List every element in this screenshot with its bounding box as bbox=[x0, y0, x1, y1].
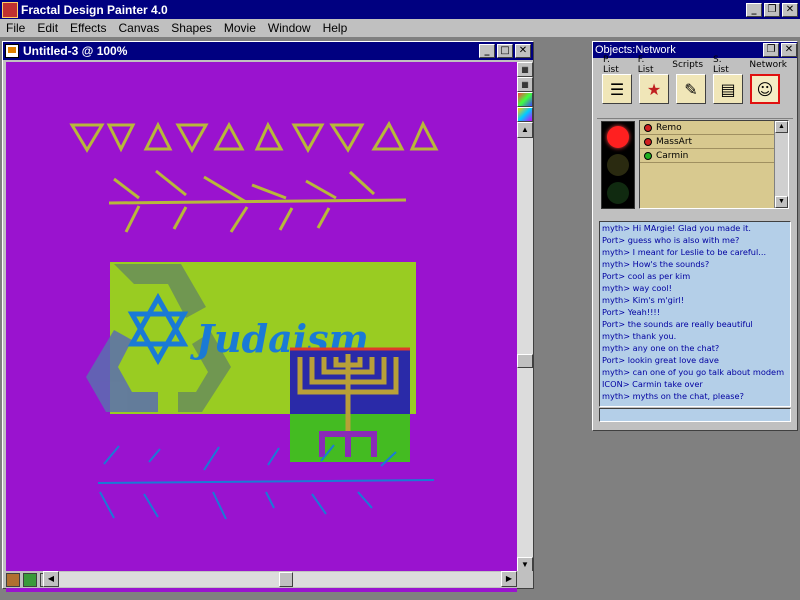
menu-window[interactable]: Window bbox=[262, 21, 317, 35]
menu-shapes[interactable]: Shapes bbox=[165, 21, 218, 35]
layer-icon[interactable] bbox=[23, 572, 37, 587]
document-titlebar: Untitled-3 @ 100% _ □ ✕ bbox=[3, 42, 533, 60]
chat-line: myth> Kim's m'girl! bbox=[602, 295, 685, 305]
menu-help[interactable]: Help bbox=[317, 21, 354, 35]
chat-line: Port> cool as per kim bbox=[602, 271, 691, 281]
chat-line: myth> I meant for Leslie to be careful..… bbox=[602, 247, 767, 257]
menu-movie[interactable]: Movie bbox=[218, 21, 262, 35]
chat-line: Port> lookin great love dave bbox=[602, 355, 719, 365]
chat-line: myth> How's the sounds? bbox=[602, 259, 710, 269]
horizontal-scroll-thumb[interactable] bbox=[279, 572, 293, 587]
user-name: Remo bbox=[656, 122, 682, 133]
brush-icon[interactable] bbox=[6, 572, 20, 587]
scroll-down-icon[interactable]: ▼ bbox=[775, 196, 788, 208]
painting-canvas[interactable]: Judaism bbox=[6, 62, 517, 592]
status-dot-icon bbox=[644, 151, 652, 160]
flist-icon[interactable]: ★ bbox=[639, 74, 669, 104]
tab-p-list[interactable]: P. List bbox=[603, 55, 628, 75]
scroll-up-icon[interactable]: ▲ bbox=[517, 122, 533, 138]
user-list[interactable]: Remo MassArt Carmin ▲ ▼ bbox=[639, 120, 789, 209]
grid-tool-2-icon[interactable]: ▦ bbox=[517, 77, 533, 92]
users-panel: Remo MassArt Carmin ▲ ▼ bbox=[597, 118, 793, 212]
chat-log[interactable]: myth> Hi MArgie! Glad you made it. Port>… bbox=[599, 221, 791, 407]
vertical-scroll-track[interactable] bbox=[517, 138, 533, 558]
doc-maximize-button[interactable]: □ bbox=[497, 44, 513, 58]
app-title: Fractal Design Painter 4.0 bbox=[21, 2, 168, 17]
document-title: Untitled-3 @ 100% bbox=[23, 44, 128, 58]
scroll-left-icon[interactable]: ◀ bbox=[43, 571, 59, 587]
network-icon[interactable]: ☺ bbox=[750, 74, 780, 104]
slist-icon[interactable]: ▤ bbox=[713, 74, 743, 104]
minimize-button[interactable]: _ bbox=[746, 2, 762, 17]
panel-restore-button[interactable]: ❐ bbox=[763, 43, 779, 57]
network-panel: Objects:Network ❐ ✕ P. List F. List Scri… bbox=[592, 41, 798, 431]
arrow-line-top bbox=[108, 169, 407, 233]
chat-line: myth> any one on the chat? bbox=[602, 343, 720, 353]
chat-line: Port> the sounds are really beautiful bbox=[602, 319, 753, 329]
panel-tabs: P. List F. List Scripts S. List Network bbox=[593, 55, 797, 75]
user-name: Carmin bbox=[656, 150, 689, 161]
user-list-scrollbar[interactable]: ▲ ▼ bbox=[774, 121, 788, 208]
menu-effects[interactable]: Effects bbox=[64, 21, 112, 35]
scroll-up-icon[interactable]: ▲ bbox=[775, 121, 788, 133]
menubar: File Edit Effects Canvas Shapes Movie Wi… bbox=[0, 19, 800, 38]
list-item[interactable]: Remo bbox=[640, 121, 788, 135]
chat-line: ICON> Carmin take over bbox=[602, 379, 703, 389]
plist-icon[interactable]: ☰ bbox=[602, 74, 632, 104]
menu-file[interactable]: File bbox=[0, 21, 31, 35]
document-icon bbox=[5, 44, 19, 58]
status-dot-icon bbox=[644, 137, 652, 146]
chat-line: myth> Hi MArgie! Glad you made it. bbox=[602, 223, 751, 233]
traffic-light-icon bbox=[601, 121, 635, 209]
chat-line: myth> myths on the chat, please? bbox=[602, 391, 744, 401]
horizontal-scroll-track[interactable] bbox=[59, 572, 501, 587]
color-tool-2-icon[interactable] bbox=[517, 107, 533, 122]
horizontal-scrollbar[interactable]: i ◀ ▶ bbox=[3, 571, 533, 588]
vertical-scrollbar[interactable]: ▦ ▦ ▲ ▼ bbox=[517, 62, 533, 573]
chat-line: myth> way cool! bbox=[602, 283, 672, 293]
close-button[interactable]: ✕ bbox=[782, 2, 798, 17]
tab-s-list[interactable]: S. List bbox=[713, 55, 739, 75]
tab-scripts[interactable]: Scripts bbox=[672, 60, 703, 70]
chat-line: Port> guess who is also with me? bbox=[602, 235, 740, 245]
panel-toolbar: ☰ ★ ✎ ▤ ☺ bbox=[593, 72, 797, 110]
tab-network[interactable]: Network bbox=[749, 60, 787, 70]
list-item[interactable]: MassArt bbox=[640, 135, 788, 149]
list-item[interactable]: Carmin bbox=[640, 149, 788, 163]
doc-minimize-button[interactable]: _ bbox=[479, 44, 495, 58]
canvas-artwork: Judaism bbox=[69, 120, 439, 520]
app-icon bbox=[2, 1, 18, 18]
user-name: MassArt bbox=[656, 136, 693, 147]
menu-canvas[interactable]: Canvas bbox=[113, 21, 166, 35]
chat-line: Port> Yeah!!!! bbox=[602, 307, 660, 317]
restore-button[interactable]: ❐ bbox=[764, 2, 780, 17]
status-dot-icon bbox=[644, 123, 652, 132]
triangle-row bbox=[69, 120, 439, 154]
tab-f-list[interactable]: F. List bbox=[638, 55, 662, 75]
canvas-area: Judaism bbox=[6, 62, 517, 600]
document-window: Untitled-3 @ 100% _ □ ✕ Judaism ▦ ▦ ▲ ▼ … bbox=[2, 41, 534, 592]
panel-close-button[interactable]: ✕ bbox=[781, 43, 797, 57]
vertical-scroll-thumb[interactable] bbox=[517, 354, 533, 368]
chat-line: myth> thank you. bbox=[602, 331, 677, 341]
scripts-icon[interactable]: ✎ bbox=[676, 74, 706, 104]
menu-edit[interactable]: Edit bbox=[31, 21, 64, 35]
chat-input[interactable] bbox=[599, 408, 791, 422]
color-tool-icon[interactable] bbox=[517, 92, 533, 107]
app-titlebar: Fractal Design Painter 4.0 _ ❐ ✕ bbox=[0, 0, 800, 19]
scroll-right-icon[interactable]: ▶ bbox=[501, 571, 517, 587]
doc-close-button[interactable]: ✕ bbox=[515, 44, 531, 58]
grid-tool-icon[interactable]: ▦ bbox=[517, 62, 533, 77]
chat-line: myth> can one of you go talk about modem bbox=[602, 367, 785, 377]
